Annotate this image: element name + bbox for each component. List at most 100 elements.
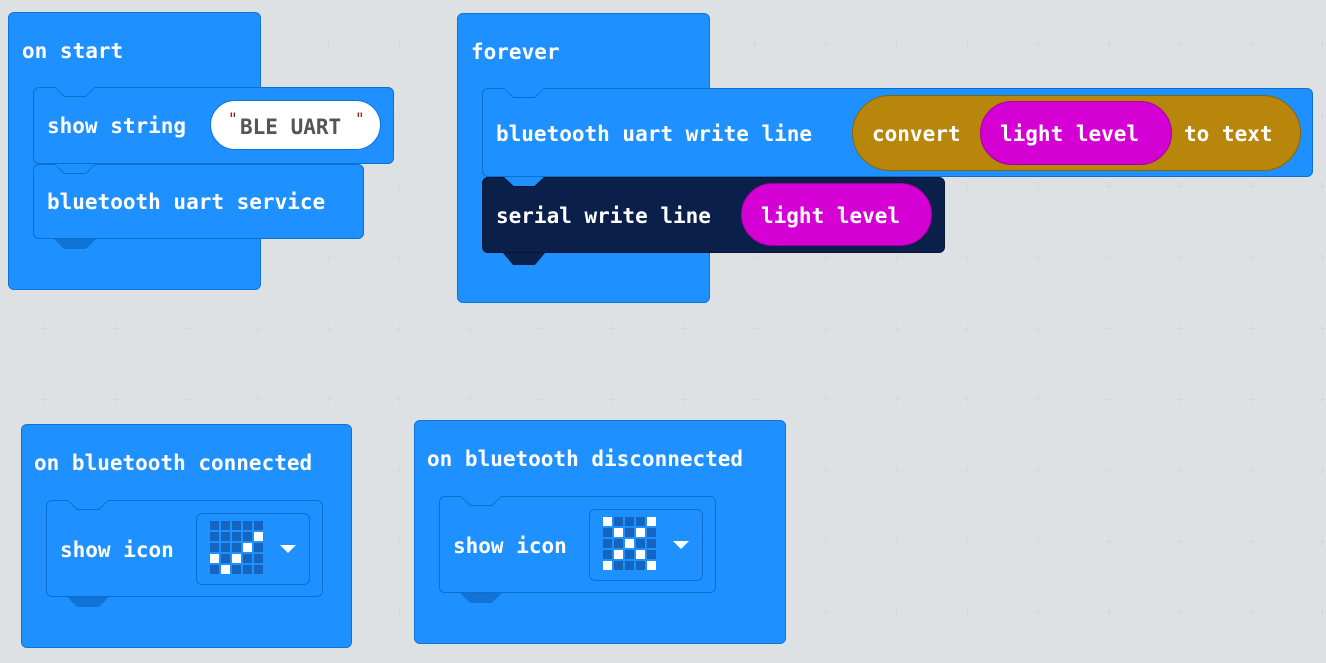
grid-cross — [537, 395, 546, 404]
light-level-label: light level — [1000, 122, 1140, 146]
led-pixel — [254, 521, 263, 530]
led-pixel — [647, 528, 656, 537]
led-pixel — [636, 550, 645, 559]
grid-cross — [466, 324, 475, 333]
grid-cross — [466, 395, 475, 404]
grid-cross — [1105, 466, 1114, 475]
grid-cross — [892, 324, 901, 333]
grid-cross — [963, 40, 972, 49]
x-icon — [603, 517, 656, 570]
led-pixel — [221, 543, 230, 552]
led-pixel — [625, 528, 634, 537]
chevron-down-icon[interactable] — [280, 545, 296, 553]
grid-cross — [40, 324, 49, 333]
grid-cross — [1247, 324, 1256, 333]
grid-cross — [253, 324, 262, 333]
on-start-label: on start — [22, 39, 124, 63]
led-pixel — [232, 565, 241, 574]
grid-cross — [1318, 182, 1326, 191]
led-pixel — [647, 517, 656, 526]
grid-cross — [324, 395, 333, 404]
grid-cross — [1176, 324, 1185, 333]
grid-cross — [1034, 324, 1043, 333]
on-bluetooth-disconnected-label: on bluetooth disconnected — [427, 447, 744, 471]
led-pixel — [243, 554, 252, 563]
grid-cross — [1318, 111, 1326, 120]
forever-label: forever — [471, 40, 560, 64]
grid-cross — [1105, 608, 1114, 617]
grid-cross — [750, 253, 759, 262]
led-pixel — [614, 561, 623, 570]
grid-cross — [963, 253, 972, 262]
led-pixel — [232, 543, 241, 552]
grid-cross — [1105, 182, 1114, 191]
grid-cross — [395, 608, 404, 617]
grid-cross — [1034, 395, 1043, 404]
grid-cross — [395, 111, 404, 120]
grid-cross — [1247, 466, 1256, 475]
led-pixel — [603, 550, 612, 559]
grid-cross — [182, 324, 191, 333]
grid-cross — [40, 395, 49, 404]
led-pixel — [254, 532, 263, 541]
led-pixel — [614, 550, 623, 559]
grid-cross — [1247, 40, 1256, 49]
grid-cross — [1105, 253, 1114, 262]
led-pixel — [243, 543, 252, 552]
grid-cross — [963, 466, 972, 475]
grid-cross — [1318, 395, 1326, 404]
grid-cross — [750, 395, 759, 404]
grid-cross — [182, 395, 191, 404]
grid-cross — [821, 40, 830, 49]
led-pixel — [254, 565, 263, 574]
grid-cross — [111, 324, 120, 333]
grid-cross — [395, 466, 404, 475]
to-text-label: to text — [1184, 122, 1273, 146]
led-pixel — [243, 521, 252, 530]
grid-cross — [1105, 395, 1114, 404]
grid-cross — [1176, 537, 1185, 546]
grid-cross — [395, 395, 404, 404]
grid-cross — [1034, 608, 1043, 617]
grid-cross — [1247, 253, 1256, 262]
grid-cross — [1105, 324, 1114, 333]
grid-cross — [892, 608, 901, 617]
led-pixel — [232, 532, 241, 541]
led-pixel — [232, 521, 241, 530]
grid-cross — [1176, 253, 1185, 262]
serial-light-level-label: light level — [761, 204, 901, 228]
string-open-quote: " — [228, 109, 238, 128]
grid-cross — [1247, 182, 1256, 191]
grid-cross — [1247, 537, 1256, 546]
led-pixel — [614, 539, 623, 548]
grid-cross — [679, 395, 688, 404]
grid-cross — [1318, 466, 1326, 475]
grid-cross — [892, 395, 901, 404]
led-pixel — [221, 565, 230, 574]
led-pixel — [603, 517, 612, 526]
grid-cross — [821, 537, 830, 546]
convert-label: convert — [872, 122, 961, 146]
grid-cross — [608, 395, 617, 404]
led-pixel — [210, 565, 219, 574]
show-icon-label-connected: show icon — [60, 538, 174, 562]
grid-cross — [253, 395, 262, 404]
grid-cross — [1034, 253, 1043, 262]
grid-cross — [1247, 395, 1256, 404]
grid-cross — [324, 324, 333, 333]
string-close-quote: " — [355, 109, 365, 128]
led-pixel — [210, 521, 219, 530]
bluetooth-write-line-label: bluetooth uart write line — [496, 122, 813, 146]
grid-cross — [395, 253, 404, 262]
grid-cross — [111, 395, 120, 404]
chevron-down-icon[interactable] — [673, 541, 689, 549]
grid-cross — [1034, 40, 1043, 49]
grid-cross — [750, 324, 759, 333]
grid-cross — [963, 608, 972, 617]
check-icon — [210, 521, 263, 574]
show-string-label: show string — [47, 114, 187, 138]
led-pixel — [636, 539, 645, 548]
string-value[interactable]: BLE UART — [240, 115, 341, 139]
grid-cross — [750, 40, 759, 49]
led-pixel — [232, 554, 241, 563]
